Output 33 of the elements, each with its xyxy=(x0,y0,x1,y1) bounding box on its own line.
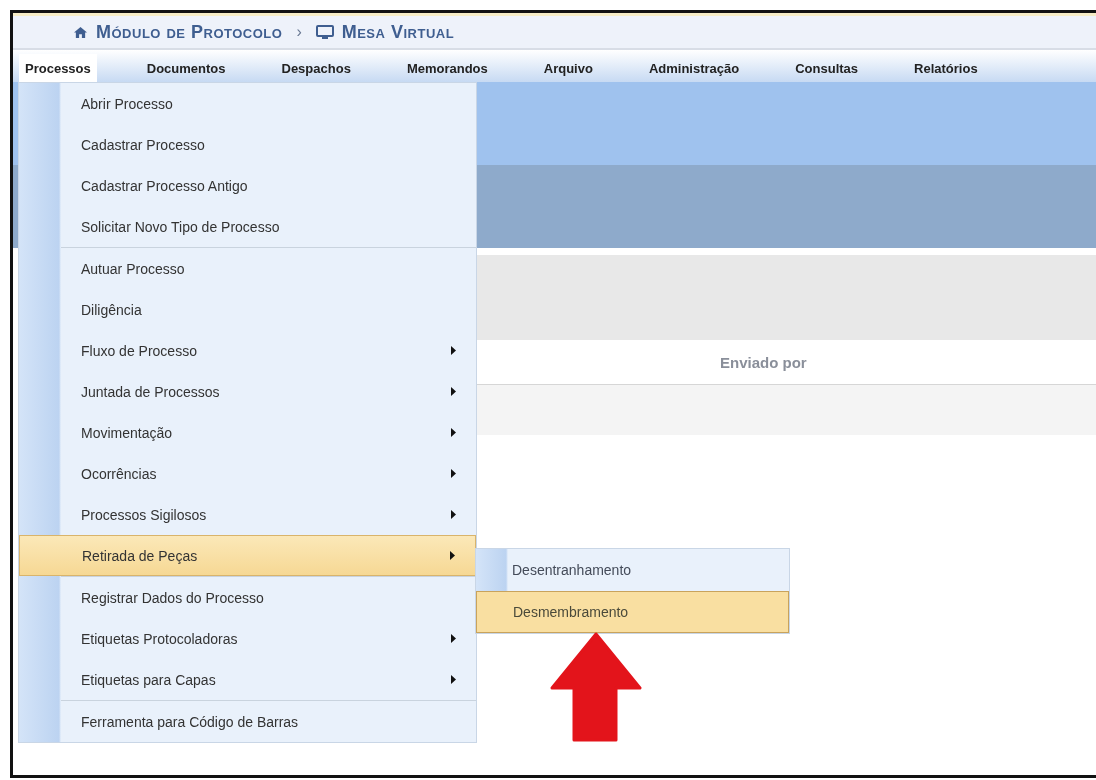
menu-item[interactable]: Registrar Dados do Processo xyxy=(19,577,476,618)
menu-item[interactable]: Cadastrar Processo Antigo xyxy=(19,165,476,206)
menu-item[interactable]: Cadastrar Processo xyxy=(19,124,476,165)
menu-item[interactable]: Desmembramento xyxy=(476,591,789,633)
menu-item[interactable]: Juntada de Processos xyxy=(19,371,476,412)
menu-tab[interactable]: Administração xyxy=(642,54,746,82)
menu-item[interactable]: Desentranhamento xyxy=(476,549,789,591)
menu-item[interactable]: Solicitar Novo Tipo de Processo xyxy=(19,206,476,247)
menu-item[interactable]: Abrir Processo xyxy=(19,83,476,124)
menu-tab[interactable]: Despachos xyxy=(275,54,357,82)
monitor-icon xyxy=(315,24,334,40)
breadcrumb-link[interactable]: Mesa Virtual xyxy=(341,21,455,43)
menu-item[interactable]: Autuar Processo xyxy=(19,248,476,289)
menu-tab[interactable]: Consultas xyxy=(789,54,865,82)
breadcrumb-link[interactable]: Módulo de Protocolo xyxy=(96,21,283,43)
menu-tab[interactable]: Arquivo xyxy=(537,54,599,82)
menu-tab[interactable]: Processos xyxy=(19,54,97,82)
menu-item[interactable]: Etiquetas Protocoladoras xyxy=(19,618,476,659)
menu-item[interactable]: Fluxo de Processo xyxy=(19,330,476,371)
up-arrow-icon xyxy=(550,632,642,744)
menu-item[interactable]: Ferramenta para Código de Barras xyxy=(19,701,476,742)
menu-tab[interactable]: Relatórios xyxy=(908,54,984,82)
breadcrumb-separator: › xyxy=(296,23,302,41)
menu-item[interactable]: Retirada de Peças xyxy=(19,535,476,576)
menu-item[interactable]: Diligência xyxy=(19,289,476,330)
menu-tab[interactable]: Memorandos xyxy=(400,54,494,82)
menu-item[interactable]: Etiquetas para Capas xyxy=(19,659,476,700)
menu-item[interactable]: Processos Sigilosos xyxy=(19,494,476,535)
column-header: Enviado por xyxy=(720,353,807,371)
menu-tab[interactable]: Documentos xyxy=(140,54,232,82)
menu-item[interactable]: Movimentação xyxy=(19,412,476,453)
home-icon xyxy=(73,25,88,39)
menu-item[interactable]: Ocorrências xyxy=(19,453,476,494)
